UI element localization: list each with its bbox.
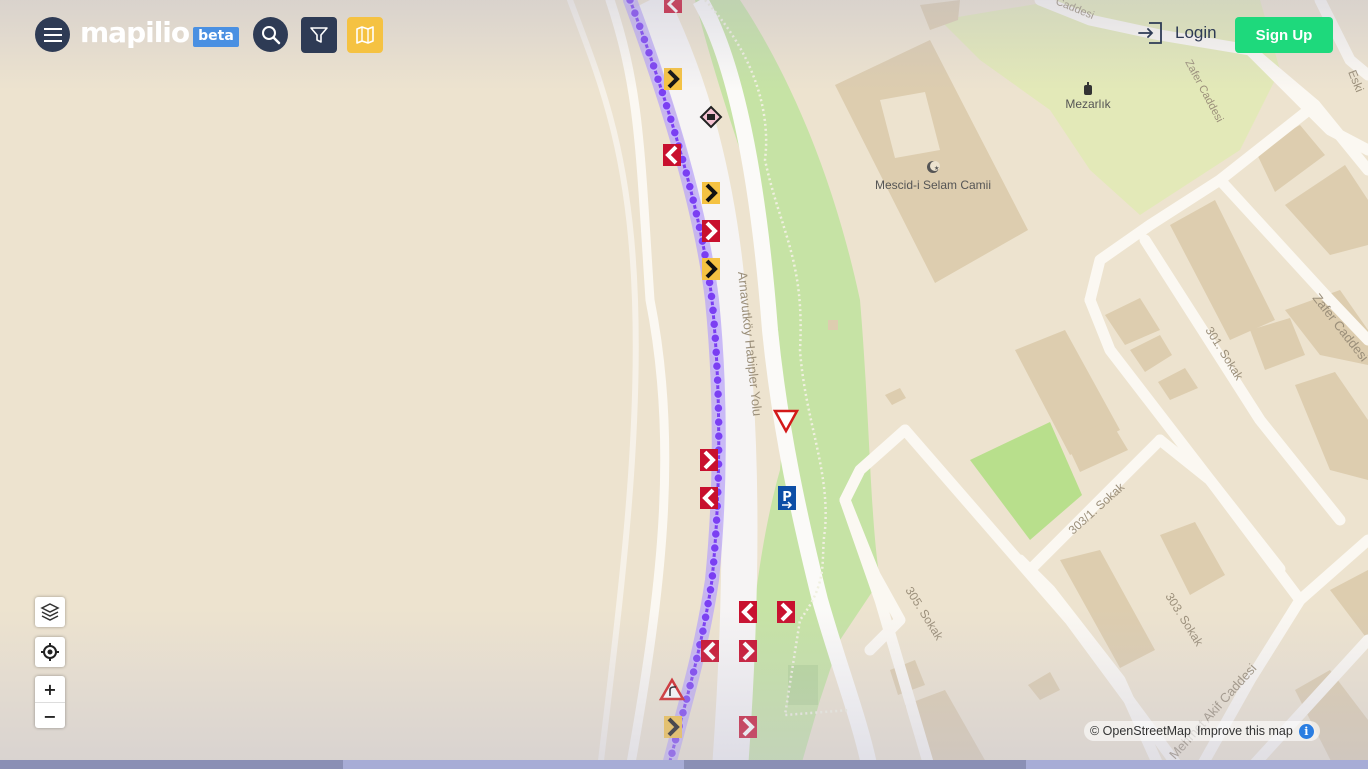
chevron-right-sign-yellow (664, 68, 682, 90)
sequence-point[interactable] (665, 113, 677, 125)
chevron-right-sign-red (739, 716, 757, 738)
sequence-point[interactable] (702, 598, 714, 609)
parking-sign: P (778, 486, 796, 510)
sequence-point[interactable] (710, 528, 722, 540)
filter-button[interactable] (301, 17, 337, 53)
chevron-left-sign-red (701, 640, 719, 662)
locate-crosshair-icon (41, 643, 59, 661)
mosque-icon: ★ (927, 161, 940, 173)
timeline-segment[interactable] (1026, 760, 1368, 769)
sequence-point[interactable] (705, 584, 716, 596)
chevron-right-sign-yellow (664, 716, 682, 738)
layers-icon (40, 603, 60, 621)
poi-label-mosque: Mescid-i Selam Camii (875, 178, 991, 192)
chevron-left-sign-red (663, 144, 681, 166)
sequence-point[interactable] (711, 514, 722, 526)
sequence-point[interactable] (648, 60, 659, 72)
sequence-point[interactable] (629, 7, 641, 19)
street-label-305: 305. Sokak (902, 584, 946, 643)
park-small (788, 665, 818, 705)
chevron-left-sign-red (664, 0, 682, 14)
signup-label: Sign Up (1255, 26, 1313, 44)
chevron-right-sign-red (777, 601, 795, 623)
info-icon[interactable]: i (1298, 723, 1314, 739)
osm-attribution-link[interactable]: © OpenStreetMap (1090, 724, 1191, 738)
sequence-point[interactable] (661, 100, 672, 112)
timeline-segment[interactable] (684, 760, 1026, 769)
sequence-point[interactable] (624, 0, 636, 6)
map-icon (356, 26, 374, 44)
sequence-point[interactable] (687, 194, 699, 206)
sequence-point[interactable] (666, 747, 678, 759)
sequence-point[interactable] (713, 430, 725, 442)
sequence-point[interactable] (691, 653, 703, 664)
map-canvas[interactable]: P ★ Arnavutköy Habipler Yolu Mescid-i Se… (0, 0, 1368, 769)
search-button[interactable] (253, 17, 288, 52)
zoom-control: + − (35, 676, 65, 728)
map-style-button[interactable] (347, 17, 383, 53)
map-attribution: © OpenStreetMap Improve this map i (1084, 721, 1320, 741)
sequence-point[interactable] (639, 34, 650, 45)
sequence-point[interactable] (691, 208, 702, 220)
sequence-point[interactable] (713, 402, 724, 414)
sequence-point[interactable] (708, 318, 720, 330)
menu-button[interactable] (35, 17, 70, 52)
sequence-point[interactable] (713, 416, 724, 428)
sequence-point[interactable] (710, 332, 721, 344)
sequence-point[interactable] (713, 472, 724, 484)
logo-text: mapilio (80, 16, 190, 49)
signup-button[interactable]: Sign Up (1235, 17, 1333, 53)
zoom-in-button[interactable]: + (35, 676, 65, 702)
sequence-point[interactable] (652, 73, 664, 85)
sequence-point[interactable] (711, 360, 723, 372)
sequence-point[interactable] (669, 127, 681, 138)
login-door-icon (1138, 22, 1162, 44)
chevron-right-sign-red (702, 220, 720, 242)
chevron-left-sign-red (739, 601, 757, 623)
mapilio-logo[interactable]: mapilio beta (80, 16, 239, 49)
timeline-segment[interactable] (343, 760, 684, 769)
sequence-point[interactable] (688, 666, 699, 678)
sequence-point[interactable] (709, 542, 721, 554)
sequence-point[interactable] (700, 612, 711, 623)
sequence-point[interactable] (706, 291, 717, 302)
sequence-point[interactable] (681, 167, 692, 179)
layers-button[interactable] (35, 597, 65, 627)
sequence-point[interactable] (684, 181, 696, 192)
sequence-point[interactable] (697, 625, 709, 637)
sequence-point[interactable] (712, 388, 724, 400)
svg-text:★: ★ (934, 165, 939, 172)
zoom-out-button[interactable]: − (35, 702, 65, 729)
sequence-point[interactable] (634, 21, 645, 32)
login-button[interactable]: Login (1137, 20, 1217, 46)
search-icon (261, 25, 280, 44)
sequence-point[interactable] (712, 374, 723, 386)
bottom-timeline-bar[interactable] (0, 760, 1368, 769)
sequence-point[interactable] (677, 707, 689, 718)
chevron-right-sign-red (739, 640, 757, 662)
chevron-right-sign-red (700, 449, 718, 471)
sequence-point[interactable] (710, 346, 722, 358)
login-label: Login (1175, 23, 1217, 42)
map-app: P ★ Arnavutköy Habipler Yolu Mescid-i Se… (0, 0, 1368, 769)
chevron-left-sign-red (700, 487, 718, 509)
sequence-point[interactable] (708, 556, 719, 568)
street-label-303: 303. Sokak (1162, 590, 1206, 649)
improve-map-link[interactable]: Improve this map (1197, 724, 1293, 738)
sequence-point[interactable] (643, 47, 655, 58)
svg-text:P: P (782, 490, 792, 505)
curve-warning-sign (658, 677, 686, 701)
poi-label-cemetery: Mezarlık (1065, 97, 1111, 111)
filter-icon (310, 27, 328, 43)
hamburger-menu-icon (43, 27, 62, 42)
chevron-right-sign-yellow (702, 182, 720, 204)
sequence-point[interactable] (707, 305, 719, 316)
timeline-segment[interactable] (0, 760, 343, 769)
locate-button[interactable] (35, 637, 65, 667)
sequence-point[interactable] (684, 680, 696, 691)
beta-badge: beta (193, 26, 239, 47)
chevron-right-sign-yellow (702, 258, 720, 280)
sequence-point[interactable] (707, 570, 718, 582)
